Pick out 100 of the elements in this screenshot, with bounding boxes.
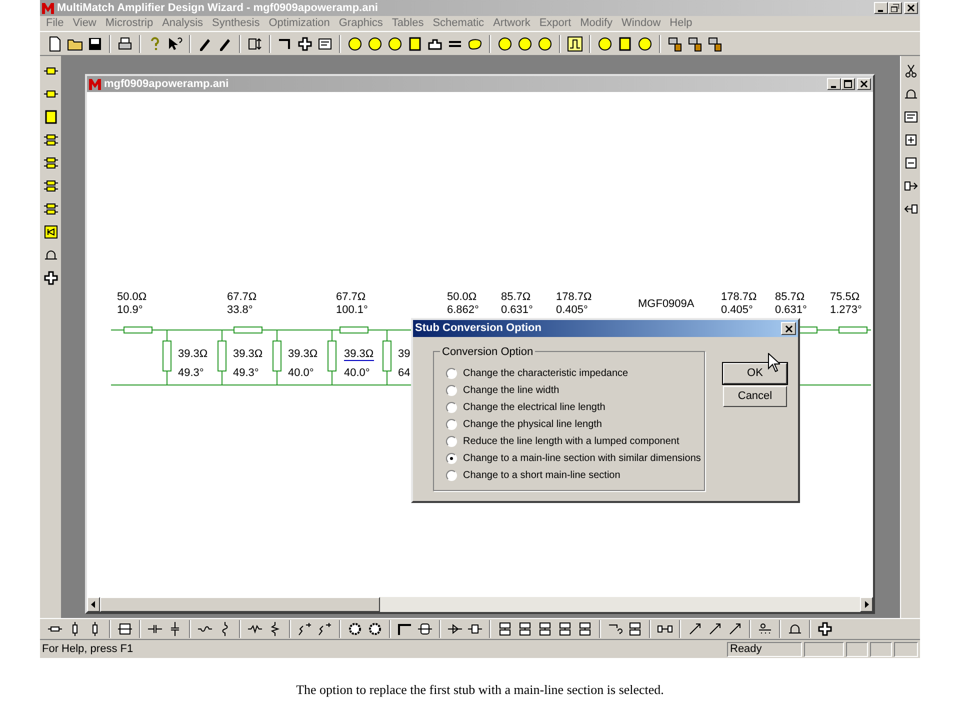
zigzag-icon[interactable]: [297, 621, 313, 637]
menu-item[interactable]: Tables: [392, 15, 424, 32]
gear-icon[interactable]: [347, 621, 363, 637]
element-label: 0.631°: [501, 304, 533, 316]
menu-item[interactable]: File: [46, 15, 64, 32]
horizontal-scrollbar[interactable]: [87, 597, 873, 612]
stub-element[interactable]: [272, 330, 282, 386]
coupler-icon[interactable]: [42, 155, 58, 171]
stub-element[interactable]: [218, 330, 226, 386]
cross-icon[interactable]: [297, 36, 313, 52]
close-button[interactable]: [904, 2, 918, 14]
radio-button[interactable]: [446, 452, 457, 464]
menu-item[interactable]: Graphics: [338, 15, 383, 32]
option-label[interactable]: Change the electrical line length: [463, 400, 606, 414]
square-icon[interactable]: [407, 36, 423, 52]
circle-icon[interactable]: [597, 36, 613, 52]
printer-icon[interactable]: [117, 36, 133, 52]
radio-button[interactable]: [446, 384, 457, 396]
text-box-icon[interactable]: [317, 36, 333, 52]
element-label: 50.0Ω: [447, 291, 477, 303]
app-logo-icon: [89, 78, 101, 90]
stack-icon[interactable]: [557, 621, 573, 637]
ok-button[interactable]: OK: [723, 363, 787, 384]
menu-item[interactable]: Microstrip: [105, 15, 154, 32]
plus-box-icon[interactable]: [902, 132, 918, 148]
coupler-icon[interactable]: [42, 201, 58, 217]
maximize-button[interactable]: [841, 78, 855, 90]
close-button[interactable]: [857, 78, 871, 90]
scroll-right-button[interactable]: [860, 597, 873, 612]
menu-item[interactable]: Export: [539, 15, 572, 32]
stack-icon[interactable]: [537, 621, 553, 637]
circle-icon[interactable]: [387, 36, 403, 52]
restore-button[interactable]: [888, 2, 902, 14]
option-label[interactable]: Change the physical line length: [463, 416, 602, 432]
arrow-icon[interactable]: [727, 621, 743, 637]
menu-item[interactable]: Optimization: [268, 15, 330, 32]
arrow-icon[interactable]: [687, 621, 703, 637]
coupler-icon[interactable]: [42, 132, 58, 148]
scissors-icon[interactable]: [902, 63, 918, 79]
stack-icon[interactable]: [577, 621, 593, 637]
option-label[interactable]: Change the characteristic impedance: [463, 366, 628, 380]
element-label: 75.5Ω: [830, 291, 860, 303]
cross-icon[interactable]: [817, 621, 833, 637]
menu-item[interactable]: Schematic: [432, 15, 484, 32]
circle-icon[interactable]: [347, 36, 363, 52]
stack-icon[interactable]: [497, 621, 513, 637]
square-icon[interactable]: [42, 109, 58, 125]
save-icon[interactable]: [87, 36, 103, 52]
scroll-left-button[interactable]: [87, 597, 100, 612]
square-icon[interactable]: [617, 36, 633, 52]
minimize-button[interactable]: [874, 2, 888, 14]
stub-element[interactable]: [382, 330, 392, 386]
minus-box-icon[interactable]: [902, 155, 918, 171]
menu-item[interactable]: Analysis: [162, 15, 204, 32]
pointer-help-icon[interactable]: [167, 36, 183, 52]
zigzag-icon[interactable]: [317, 621, 333, 637]
coupler-icon[interactable]: [42, 178, 58, 194]
circle-icon[interactable]: [637, 36, 653, 52]
gear-icon[interactable]: [367, 621, 383, 637]
radio-button[interactable]: [446, 418, 457, 430]
option-label[interactable]: Change the line width: [463, 382, 560, 398]
scroll-thumb[interactable]: [100, 597, 380, 612]
chip-icon[interactable]: [42, 224, 58, 240]
pulse-icon[interactable]: [567, 36, 583, 52]
element-label: 50.0Ω: [117, 291, 147, 303]
radio-button[interactable]: [446, 368, 457, 378]
option-label[interactable]: Reduce the line length with a lumped component: [463, 434, 680, 448]
circle-icon[interactable]: [367, 36, 383, 52]
computer-icon[interactable]: [707, 36, 723, 52]
menu-item[interactable]: Help: [670, 15, 692, 32]
cancel-button[interactable]: Cancel: [723, 386, 787, 407]
computer-icon[interactable]: [667, 36, 683, 52]
diode-icon[interactable]: [447, 621, 463, 637]
menu-item[interactable]: Window: [622, 15, 661, 32]
new-document-icon[interactable]: [47, 36, 63, 52]
circle-icon[interactable]: [517, 36, 533, 52]
menu-item[interactable]: Synthesis: [212, 15, 260, 32]
circle-icon[interactable]: [497, 36, 513, 52]
menu-item[interactable]: Modify: [580, 15, 613, 32]
stub-element[interactable]: [328, 330, 336, 386]
circle-icon[interactable]: [537, 36, 553, 52]
cross-icon[interactable]: [42, 270, 58, 286]
minimize-button[interactable]: [827, 78, 841, 90]
menu-item[interactable]: Artwork: [493, 15, 530, 32]
frame-icon[interactable]: [247, 36, 263, 52]
arrow-icon[interactable]: [707, 621, 723, 637]
option-label[interactable]: Change to a main-line section with similar dimensions: [463, 450, 701, 466]
radio-button[interactable]: [446, 402, 457, 412]
radio-button[interactable]: [446, 436, 457, 446]
stack-icon[interactable]: [517, 621, 533, 637]
stack-icon[interactable]: [627, 621, 643, 637]
close-button[interactable]: [781, 322, 796, 335]
text-box-icon[interactable]: [902, 109, 918, 125]
option-label[interactable]: Change to a short main-line section: [463, 468, 620, 482]
computer-icon[interactable]: [687, 36, 703, 52]
tee-icon[interactable]: [417, 621, 433, 637]
radio-button[interactable]: [446, 470, 457, 480]
stub-element[interactable]: [162, 330, 172, 386]
bend-icon[interactable]: [397, 621, 413, 637]
menu-item[interactable]: View: [72, 15, 96, 32]
